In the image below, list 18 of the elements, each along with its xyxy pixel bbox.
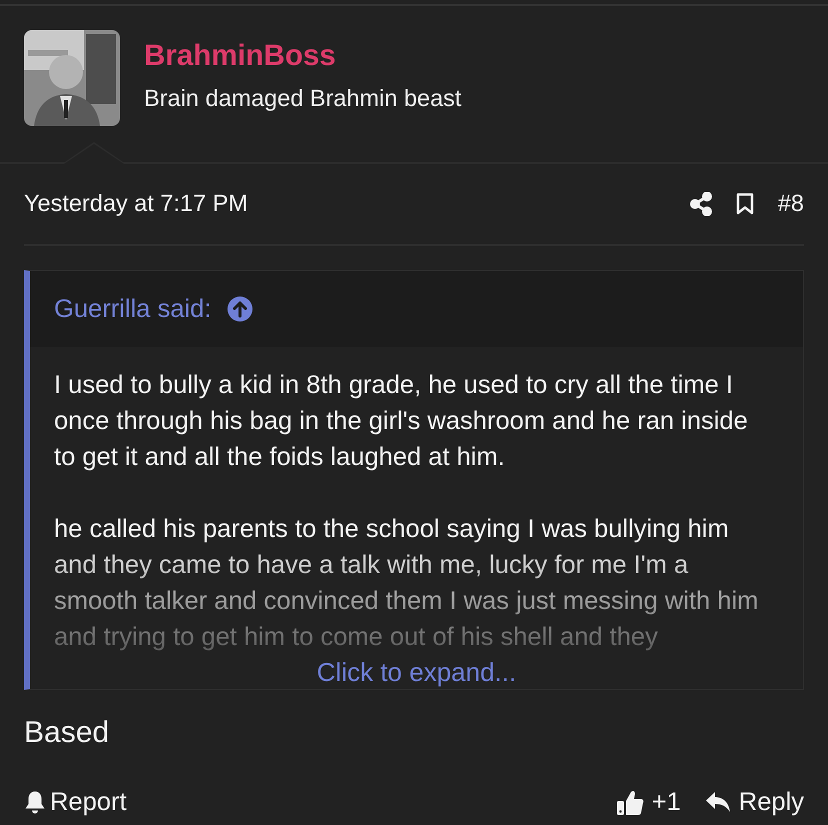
post-message: Based: [24, 715, 110, 751]
bookmark-icon[interactable]: [736, 193, 754, 215]
bell-icon: [24, 790, 46, 814]
quote-paragraph: I used to bully a kid in 8th grade, he used to cry all the time I once through his bag in the girl's washroom and he ran inside to get it and all the foids laughed at him.: [54, 370, 749, 473]
post-date-link[interactable]: Yesterday at 7:17 PM: [24, 186, 248, 222]
arrow-up-icon[interactable]: [227, 296, 254, 322]
thumbs-up-icon: [616, 788, 644, 816]
post-number-link[interactable]: #8: [778, 186, 804, 222]
expand-link[interactable]: Click to expand...: [316, 657, 516, 687]
report-link[interactable]: Report: [24, 783, 127, 822]
username-link[interactable]: BrahminBoss: [144, 38, 462, 74]
share-icon[interactable]: [690, 192, 712, 216]
like-link[interactable]: +1: [616, 783, 681, 822]
quote-paragraph: he called his parents to the school saying I was bullying him and they came to have a talk with me, lucky for me I'm a smooth talker and convinced them I was just messing with him and trying to get him to come out of his shell and they: [54, 514, 760, 653]
reply-icon: [704, 791, 731, 814]
user-title: Brain damaged Brahmin beast: [144, 84, 462, 114]
reply-link[interactable]: Reply: [704, 783, 804, 822]
quote-attribution-link[interactable]: Guerrilla said:: [54, 290, 212, 328]
